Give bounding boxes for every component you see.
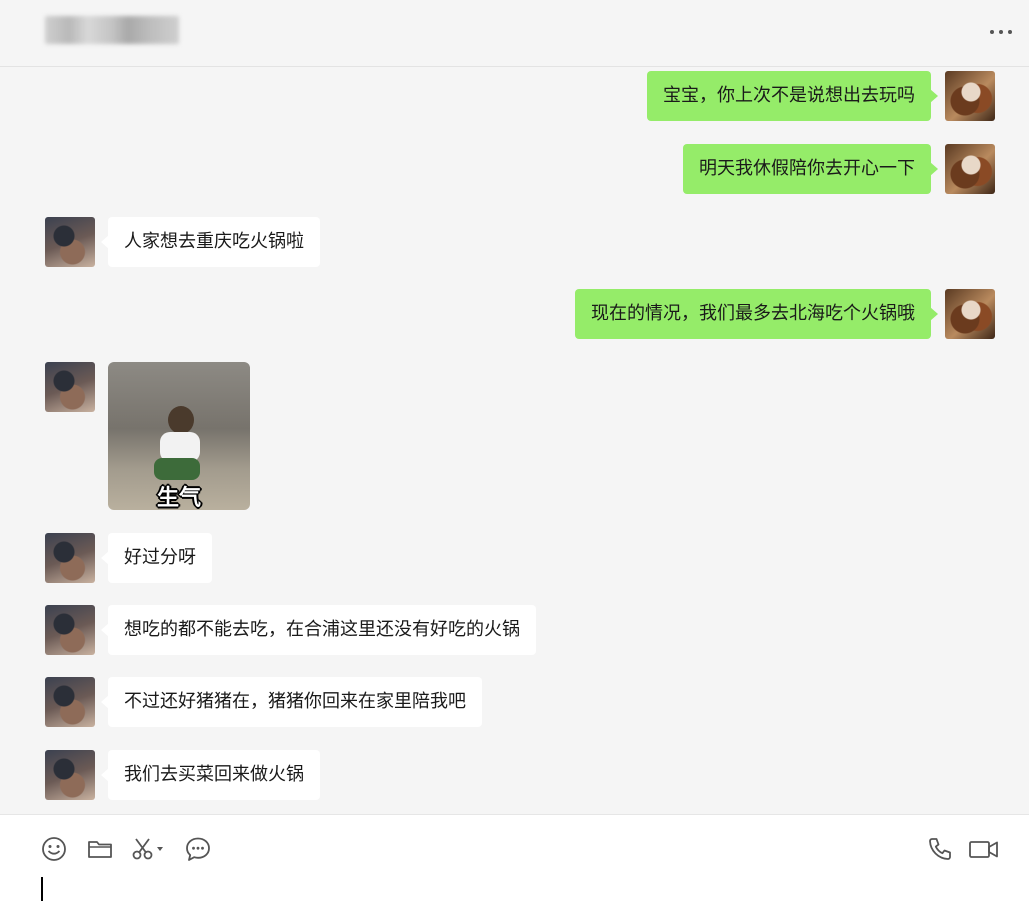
- message-bubble-outgoing[interactable]: 宝宝，你上次不是说想出去玩吗: [647, 71, 938, 121]
- message-input-area[interactable]: [0, 814, 1029, 901]
- message-row: 好过分呀: [0, 533, 1029, 583]
- contact-avatar[interactable]: [45, 217, 95, 267]
- sticker-caption: 生气: [156, 486, 201, 510]
- contact-avatar[interactable]: [45, 677, 95, 727]
- sticker-image[interactable]: 生气: [108, 362, 250, 510]
- scissors-icon[interactable]: [130, 835, 166, 863]
- video-call-icon[interactable]: [968, 835, 1000, 863]
- more-horizontal-icon[interactable]: [987, 24, 1015, 40]
- phone-icon[interactable]: [926, 835, 954, 863]
- message-bubble-incoming[interactable]: 人家想去重庆吃火锅啦: [101, 217, 320, 267]
- contact-avatar[interactable]: [45, 605, 95, 655]
- message-bubble-incoming[interactable]: 不过还好猪猪在，猪猪你回来在家里陪我吧: [101, 677, 482, 727]
- message-list[interactable]: 宝宝，你上次不是说想出去玩吗 明天我休假陪你去开心一下 人家想去重庆吃火锅啦 现…: [0, 67, 1029, 813]
- message-row: 明天我休假陪你去开心一下: [0, 144, 1029, 194]
- message-row: 生气: [0, 362, 1029, 510]
- sticker-figure-head: [168, 406, 194, 434]
- message-row: 想吃的都不能去吃，在合浦这里还没有好吃的火锅: [0, 605, 1029, 655]
- message-bubble-incoming[interactable]: 想吃的都不能去吃，在合浦这里还没有好吃的火锅: [101, 605, 536, 655]
- chat-history-icon[interactable]: [184, 835, 212, 863]
- emoji-icon[interactable]: [40, 835, 68, 863]
- message-bubble-outgoing[interactable]: 现在的情况，我们最多去北海吃个火锅哦: [575, 289, 938, 339]
- chat-title-blurred: [45, 16, 179, 44]
- message-row: 人家想去重庆吃火锅啦: [0, 217, 1029, 267]
- contact-avatar[interactable]: [45, 362, 95, 412]
- text-cursor: [41, 877, 43, 901]
- my-avatar[interactable]: [945, 71, 995, 121]
- message-row: 不过还好猪猪在，猪猪你回来在家里陪我吧: [0, 677, 1029, 727]
- contact-avatar[interactable]: [45, 533, 95, 583]
- message-bubble-incoming[interactable]: 好过分呀: [101, 533, 212, 583]
- message-row: 现在的情况，我们最多去北海吃个火锅哦: [0, 289, 1029, 339]
- my-avatar[interactable]: [945, 144, 995, 194]
- message-bubble-incoming[interactable]: 我们去买菜回来做火锅: [101, 750, 320, 800]
- my-avatar[interactable]: [945, 289, 995, 339]
- message-bubble-outgoing[interactable]: 明天我休假陪你去开心一下: [683, 144, 938, 194]
- contact-avatar[interactable]: [45, 750, 95, 800]
- sticker-figure-legs: [154, 458, 200, 480]
- folder-icon[interactable]: [86, 835, 114, 863]
- chat-header: [0, 0, 1029, 67]
- message-row: 宝宝，你上次不是说想出去玩吗: [0, 71, 1029, 121]
- message-row: 我们去买菜回来做火锅: [0, 750, 1029, 800]
